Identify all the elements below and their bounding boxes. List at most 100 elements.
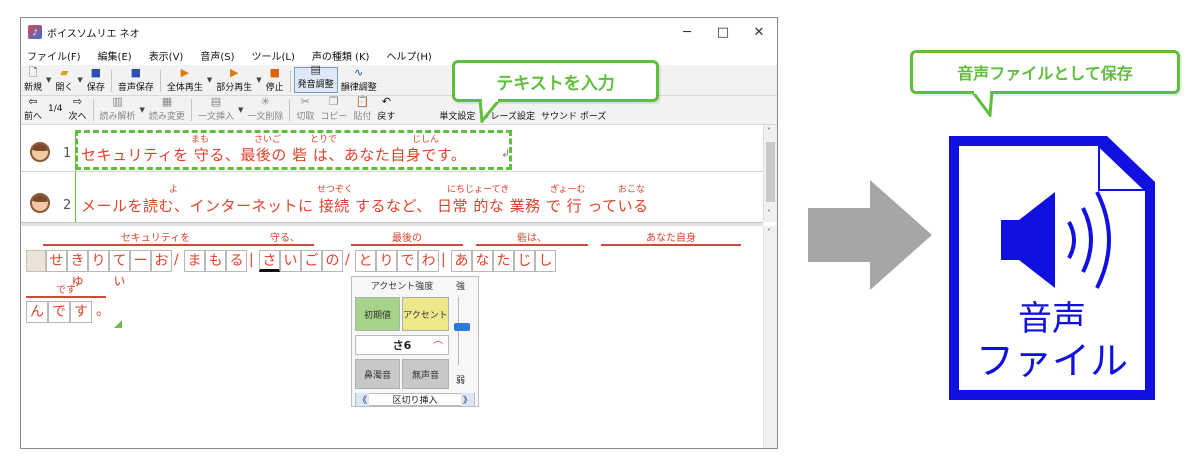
callout-tail [478, 99, 502, 123]
insert-break-button[interactable]: 区切り挿入 [392, 393, 437, 406]
chevron-down-icon[interactable]: ▼ [256, 76, 261, 84]
kana-cell[interactable]: てぃ [109, 250, 130, 289]
read-change-button[interactable]: ▦ 読み変更 [146, 96, 188, 124]
kana-cell[interactable]: た [493, 250, 514, 272]
chevron-down-icon[interactable]: ▼ [207, 76, 212, 84]
copy-icon: ❐ [328, 95, 339, 108]
delete-sentence-button[interactable]: ✳ 一文削除 [244, 96, 286, 124]
editor-line-2[interactable]: メールを読む、インターネットに 接続 するなど、 日常 的な 業務 で 行 って… [81, 195, 649, 216]
next-button[interactable]: ⇨ 次へ [66, 96, 90, 124]
editor-scrollbar[interactable]: ˄ ˅ [763, 125, 777, 222]
prosody-adjust-button[interactable]: ∿ 韻律調整 [338, 65, 380, 95]
chevron-down-icon[interactable]: ▼ [77, 76, 82, 84]
phrase-break-mark[interactable]: / [345, 250, 350, 270]
kana-cell[interactable]: と [355, 250, 376, 272]
paste-button[interactable]: 📋 貼付 [350, 96, 374, 124]
arrow-left-icon: ⇦ [28, 95, 38, 108]
chevron-up-icon[interactable]: ˄ [767, 127, 771, 136]
copy-button[interactable]: ❐ コピー [317, 96, 350, 124]
play-all-button[interactable]: ▶ 全体再生 [164, 65, 206, 95]
pron-adjust-icon: ▤ [310, 63, 321, 76]
kana-cell[interactable]: ん [26, 301, 48, 323]
menu-help[interactable]: ヘルプ(H) [386, 48, 431, 63]
kana-cell[interactable]: で [48, 301, 70, 323]
accent-slider-track[interactable] [458, 297, 466, 365]
phrase-break-mark[interactable]: / [174, 250, 179, 270]
kana-cell[interactable]: の [322, 250, 343, 272]
accent-slider-thumb[interactable] [454, 323, 470, 331]
kana-cell[interactable]: ご [301, 250, 322, 272]
phrase-label[interactable]: 砦は、 [476, 233, 588, 246]
phrase-break-mark[interactable]: | [249, 250, 254, 270]
kana-cell[interactable]: し [535, 250, 556, 272]
chevron-down-icon[interactable]: ▼ [238, 106, 243, 114]
maximize-button[interactable]: □ [705, 18, 741, 46]
menu-edit[interactable]: 編集(E) [98, 48, 132, 63]
kana-cell[interactable]: い [280, 250, 301, 272]
menu-tools[interactable]: ツール(L) [252, 48, 295, 63]
kana-cell[interactable]: ま [184, 250, 205, 272]
menu-audio[interactable]: 音声(S) [200, 48, 234, 63]
kana-cell[interactable]: で [397, 250, 418, 272]
undo-button[interactable]: ↶ 戻す [374, 96, 398, 124]
read-change-icon: ▦ [161, 95, 173, 108]
cut-button[interactable]: ✂ 切取 [293, 96, 317, 124]
kana-cell[interactable]: わ [418, 250, 439, 272]
chevron-down-icon[interactable]: ˅ [767, 209, 771, 218]
sentence-counter: 1/4 [48, 104, 63, 114]
menu-bar: ファイル(F) 編集(E) 表示(V) 音声(S) ツール(L) 声の種類 (K… [21, 46, 777, 65]
floppy-icon: ■ [90, 66, 102, 79]
reset-button[interactable]: 初期値 [355, 297, 400, 331]
kana-cell[interactable]: さ [259, 250, 280, 272]
open-button[interactable]: ▰ 開く [52, 65, 76, 95]
kana-cell[interactable]: 。 [92, 301, 114, 323]
kana-cell[interactable]: な [472, 250, 493, 272]
new-button[interactable]: 🗋 新規 [21, 65, 45, 95]
phrase-break-mark[interactable]: | [441, 250, 446, 270]
menu-file[interactable]: ファイル(F) [27, 48, 81, 63]
kana-cell[interactable]: きゅ [67, 250, 88, 289]
devoice-button[interactable]: 無声音 [402, 359, 449, 389]
kana-cell[interactable]: も [205, 250, 226, 272]
prev-button[interactable]: ⇦ 前へ [21, 96, 45, 124]
next-break-button[interactable]: 》 [460, 393, 474, 406]
menu-view[interactable]: 表示(V) [149, 48, 184, 63]
text-editor[interactable]: 1 まも さいご とりで じしん セキュリティを 守る、最後の 砦 は、あなた自… [21, 125, 763, 222]
phrase-label[interactable]: あなた自身 [601, 233, 741, 246]
nasal-button[interactable]: 鼻濁音 [355, 359, 400, 389]
play-part-button[interactable]: ▶ 部分再生 [213, 65, 255, 95]
kana-cell[interactable]: る [226, 250, 247, 272]
insert-sentence-button[interactable]: ▤ 一文挿入 [195, 96, 237, 124]
kana-cell[interactable]: り [88, 250, 109, 272]
close-button[interactable]: ✕ [741, 18, 777, 46]
pron-adjust-button[interactable]: ▤ 発音調整 [293, 63, 338, 93]
chevron-up-icon[interactable]: ˄ [767, 228, 771, 237]
phrase-label[interactable]: 守る、 [256, 233, 314, 246]
chevron-down-icon[interactable]: ▼ [46, 76, 51, 84]
accent-panel: アクセント強度 強 初期値 アクセント さ6 ⌒ 鼻濁音 無声音 弱 《 区切り挿… [351, 276, 479, 407]
save-button[interactable]: ■ 保存 [84, 65, 108, 95]
stop-button[interactable]: ■ 停止 [263, 65, 287, 95]
ruby-text: よ [169, 185, 179, 195]
kana-cell[interactable]: お [151, 250, 172, 272]
minimize-button[interactable]: ─ [669, 18, 705, 46]
phrase-label[interactable]: セキュリティを [43, 233, 268, 246]
menu-voice-type[interactable]: 声の種類 (K) [312, 48, 370, 63]
read-analyze-button[interactable]: ▥ 読み解析 [97, 96, 139, 124]
kana-cell[interactable]: じ [514, 250, 535, 272]
accent-button[interactable]: アクセント [402, 297, 449, 331]
phrase-scrollbar[interactable]: ˄ [763, 226, 777, 448]
kana-cell[interactable]: ー [130, 250, 151, 272]
scroll-thumb[interactable] [766, 142, 775, 202]
chevron-down-icon[interactable]: ▼ [140, 106, 145, 114]
title-bar: ♪ ボイスソムリエ ネオ ─ □ ✕ [21, 18, 777, 46]
kana-cell[interactable]: あ [451, 250, 472, 272]
weak-label: 弱 [456, 376, 466, 386]
kana-cell[interactable]: せ [46, 250, 67, 272]
prev-break-button[interactable]: 《 [356, 393, 370, 406]
phrase-label[interactable]: です [26, 285, 106, 298]
phrase-label[interactable]: 最後の [351, 233, 463, 246]
kana-cell[interactable]: り [376, 250, 397, 272]
kana-cell[interactable]: す [70, 301, 92, 323]
audio-save-button[interactable]: ■ 音声保存 [115, 65, 157, 95]
